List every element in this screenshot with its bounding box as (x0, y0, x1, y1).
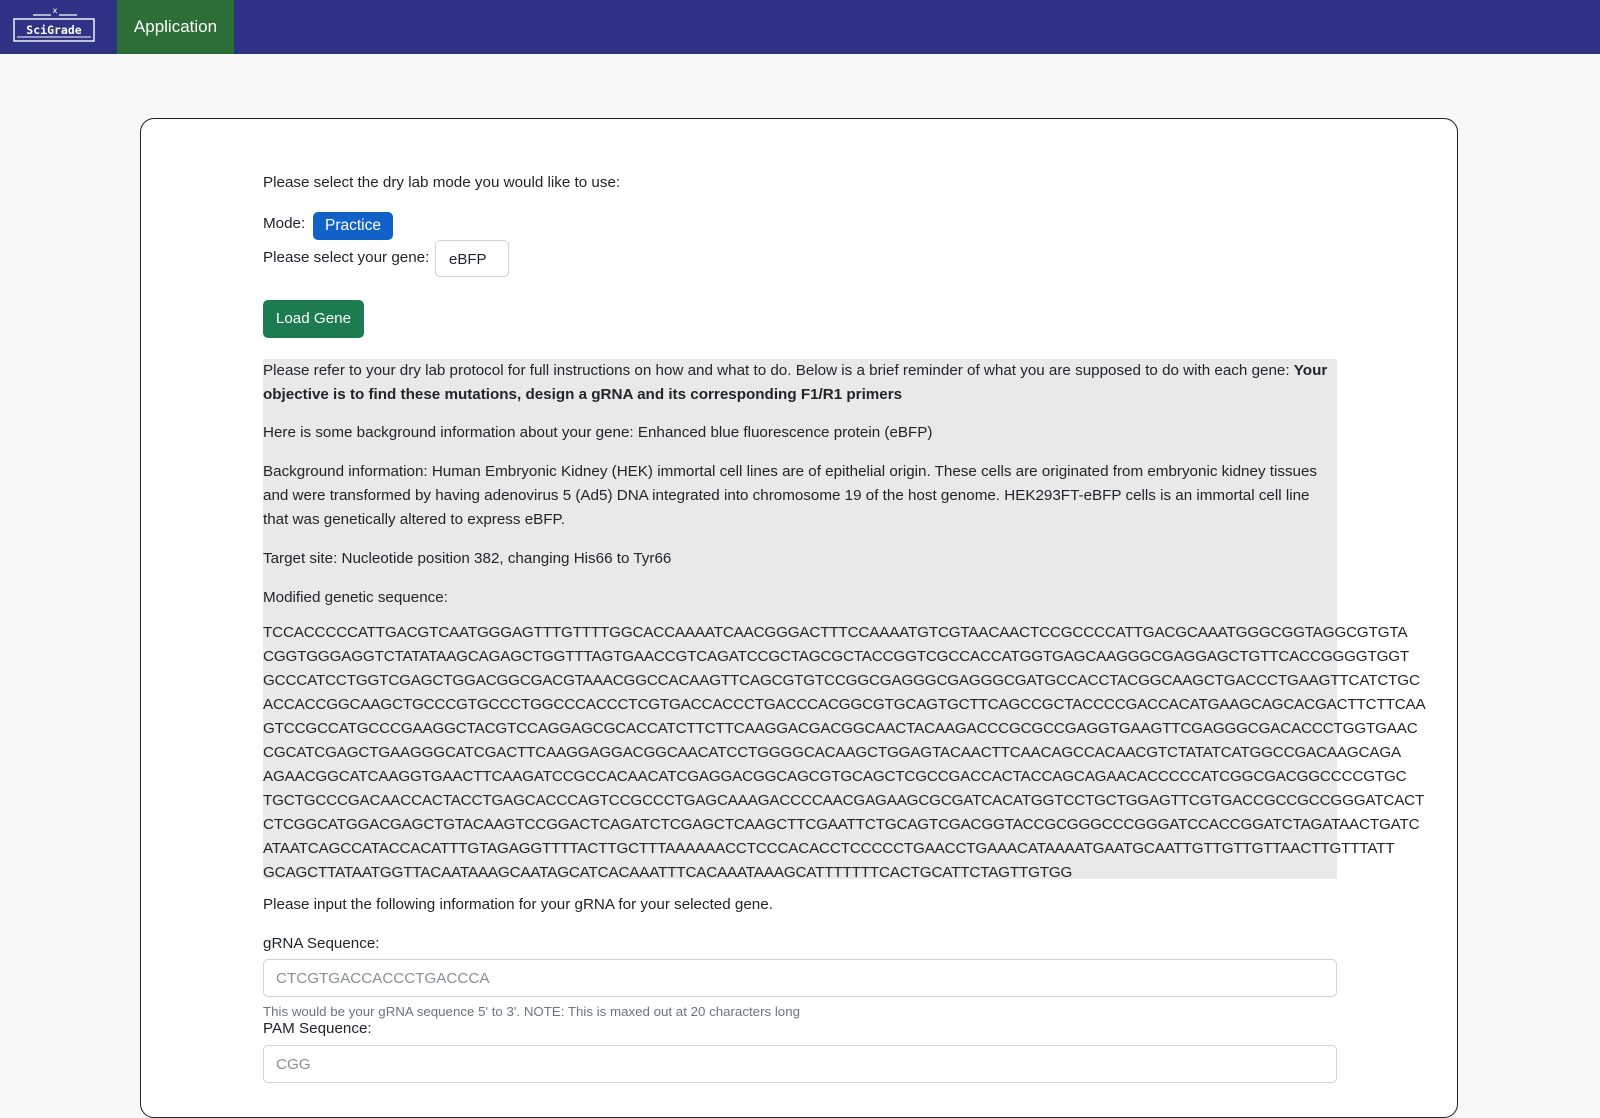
top-navbar: x SciGrade Application (0, 0, 1600, 54)
grna-sequence-input[interactable] (263, 959, 1337, 997)
sequence-line: TCCACCCCCATTGACGTCAATGGGAGTTTGTTTTGGCACC… (263, 624, 1408, 641)
gene-select[interactable]: eBFP (435, 240, 509, 277)
grna-help-text: This would be your gRNA sequence 5' to 3… (263, 1004, 800, 1019)
grna-sequence-label: gRNA Sequence: (263, 935, 380, 952)
sequence-line: ACCACCGGCAAGCTGCCCGTGCCCTGGCCCACCCTCGTGA… (263, 696, 1426, 713)
background-gene-text: Here is some background information abou… (263, 424, 933, 441)
scigrade-logo[interactable]: x SciGrade (13, 6, 97, 44)
target-site-text: Target site: Nucleotide position 382, ch… (263, 550, 672, 567)
sequence-line: CGCATCGAGCTGAAGGGCATCGACTTCAAGGAGGACGGCA… (263, 744, 1401, 761)
pam-sequence-label: PAM Sequence: (263, 1020, 372, 1037)
nav-application[interactable]: Application (117, 0, 234, 54)
sequence-line: GTCCGCCATGCCCGAAGGCTACGTCCAGGAGCGCACCATC… (263, 720, 1418, 737)
background-info-text: Background information: Human Embryonic … (263, 463, 1318, 528)
sequence-line: TGCTGCCCGACAACCACTACCTGAGCACCCAGTCCGCCCT… (263, 792, 1425, 809)
sequence-line: CTCGGCATGGACGAGCTGTACAAGTCCGGACTCAGATCTC… (263, 816, 1420, 833)
sequence-line: GCCCATCCTGGTCGAGCTGGACGGCGACGTAAACGGCCAC… (263, 672, 1420, 689)
sequence-line: AGAACGGCATCAAGGTGAACTTCAAGATCCGCCACAACAT… (263, 768, 1407, 785)
instructions-prefix: Please refer to your dry lab protocol fo… (263, 362, 1294, 379)
svg-text:x: x (53, 6, 58, 15)
instructions-text: Please refer to your dry lab protocol fo… (263, 359, 1333, 407)
load-gene-button[interactable]: Load Gene (263, 300, 364, 338)
grna-instruction: Please input the following information f… (263, 896, 773, 913)
sequence-line: GCAGCTTATAATGGTTACAATAAAGCAATAGCATCACAAA… (263, 864, 1073, 881)
sequence-label: Modified genetic sequence: (263, 589, 448, 606)
mode-practice-button[interactable]: Practice (313, 212, 393, 240)
gene-label: Please select your gene: (263, 249, 430, 266)
scigrade-logo-icon: x SciGrade (13, 6, 95, 42)
genetic-sequence: TCCACCCCCATTGACGTCAATGGGAGTTTGTTTTGGCACC… (263, 621, 1426, 885)
gene-info-panel: Please refer to your dry lab protocol fo… (263, 359, 1426, 881)
logo-text: SciGrade (26, 23, 81, 37)
pam-sequence-input[interactable] (263, 1045, 1337, 1083)
mode-label: Mode: (263, 215, 306, 232)
sequence-line: ATAATCAGCCATACCACATTTGTAGAGGTTTTACTTGCTT… (263, 840, 1395, 857)
mode-instruction: Please select the dry lab mode you would… (263, 174, 621, 191)
sequence-line: CGGTGGGAGGTCTATATAAGCAGAGCTGGTTTAGTGAACC… (263, 648, 1410, 665)
